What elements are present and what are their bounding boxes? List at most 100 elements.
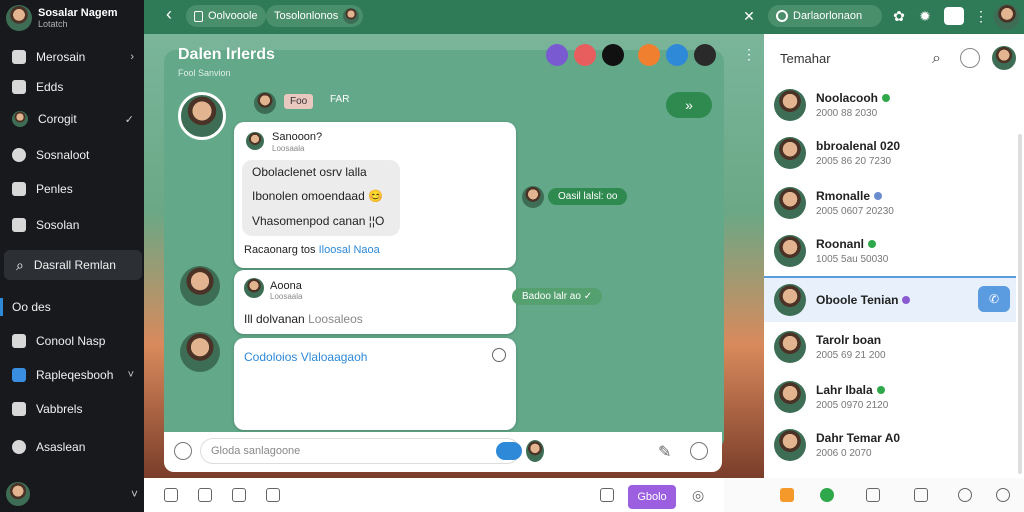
avatar[interactable] (994, 4, 1020, 30)
check-icon: ✓ (124, 113, 134, 126)
settings-icon[interactable]: ✿ (890, 8, 908, 25)
avatar[interactable] (694, 44, 716, 66)
avatar (774, 89, 806, 121)
tab-label: Tosolonlonos (274, 10, 339, 22)
flame-icon[interactable] (638, 44, 660, 66)
more-icon[interactable]: ⋮ (742, 46, 756, 63)
contact-item[interactable]: Dahr Temar A0 2006 0 2070 (764, 422, 1016, 468)
note-icon[interactable] (780, 488, 794, 502)
sidebar-item-control[interactable]: Conool Nasp (0, 326, 144, 356)
footer-link[interactable]: Iloosal Naoa (319, 244, 380, 256)
sidebar-item-vabbrels[interactable]: Vabbrels (0, 394, 144, 424)
check-circle-icon[interactable] (996, 488, 1010, 502)
sidebar-item-edits[interactable]: Edds (0, 72, 144, 102)
more-icon[interactable]: ⋮ (972, 8, 990, 25)
status-dot (882, 94, 890, 102)
profile-header[interactable]: Sosalar Nagem Lotatch (0, 0, 144, 36)
gallery-icon[interactable] (232, 488, 246, 502)
avatar[interactable] (992, 46, 1016, 70)
avatar[interactable] (178, 92, 226, 140)
sidebar-footer[interactable]: ˅ (6, 482, 138, 506)
contacts-title: Temahar (780, 50, 831, 66)
avatar[interactable] (180, 266, 220, 306)
chevron-down-icon[interactable]: ˅ (131, 487, 138, 501)
avatar[interactable] (6, 5, 32, 31)
contact-item-selected[interactable]: Oboole Tenian ✆ (764, 276, 1016, 322)
status-dot (868, 240, 876, 248)
sidebar-item-label: Rapleqesbooh (36, 368, 114, 382)
contact-sub: 2006 0 2070 (816, 448, 872, 459)
sidebar-item-label: Oo des (12, 300, 51, 314)
sidebar-item-settings[interactable]: Sosnaloot (0, 140, 144, 170)
forward-button[interactable]: » (666, 92, 712, 118)
scrollbar[interactable] (1018, 134, 1022, 474)
sidebar-item-social[interactable]: Sosolan (0, 210, 144, 240)
send-toggle[interactable] (496, 442, 522, 460)
contact-item[interactable]: Roonanl 1005 5au 50030 (764, 228, 1016, 274)
clock-icon[interactable] (492, 348, 506, 362)
attach-icon[interactable]: ✎ (658, 442, 671, 462)
globe-icon[interactable]: ◎ (692, 487, 704, 504)
history-icon[interactable] (690, 442, 708, 460)
back-icon[interactable]: ‹ (160, 4, 178, 25)
avatar[interactable] (180, 332, 220, 372)
avatar (774, 137, 806, 169)
sidebar: Sosalar Nagem Lotatch Merosain › Edds Co… (0, 0, 144, 512)
contact-sub: 1005 5au 50030 (816, 254, 889, 265)
contact-item[interactable]: Noolacooh 2000 88 2030 (764, 82, 1016, 128)
sidebar-item-assistant[interactable]: Asaslean (0, 432, 144, 462)
sidebar-item-messages[interactable]: Merosain › (0, 42, 144, 72)
home-icon[interactable] (820, 488, 834, 502)
sidebar-item-pens[interactable]: Penles (0, 174, 144, 204)
contact-name: Rmonalle (816, 189, 894, 203)
lock-icon[interactable] (198, 488, 212, 502)
reaction-icon[interactable] (546, 44, 568, 66)
help-icon (12, 440, 26, 454)
copy-icon[interactable] (600, 488, 614, 502)
contact-item[interactable]: Rmonalle 2005 0607 20230 (764, 180, 1016, 226)
message-card[interactable]: Sanooon? Loosaala Obolaclenet osrv lalla… (234, 122, 516, 268)
book-icon (12, 402, 26, 416)
reply-pill[interactable]: Oasil lalsl: oo (548, 188, 628, 205)
contact-item[interactable]: Tarolr boan 2005 69 21 200 (764, 324, 1016, 370)
avatar[interactable] (6, 482, 30, 506)
tab-2[interactable]: Tosolonlonos (266, 5, 364, 27)
contact-item[interactable]: bbroalenal 020 2005 86 20 7230 (764, 130, 1016, 176)
video-icon[interactable] (266, 488, 280, 502)
contact-name: bbroalenal 020 (816, 139, 901, 153)
send-icon[interactable] (960, 48, 980, 68)
reply-pill[interactable]: Badoo lalr ao ✓ (512, 288, 603, 305)
app-root: Sosalar Nagem Lotatch Merosain › Edds Co… (0, 0, 1024, 512)
share-icon[interactable] (914, 488, 928, 502)
gear-icon[interactable]: ✹ (916, 8, 934, 25)
contact-item[interactable]: Lahr Ibala 2005 0970 2120 (764, 374, 1016, 420)
call-button[interactable]: ✆ (978, 286, 1010, 312)
message-link[interactable]: Loosaleos (308, 312, 363, 326)
contact-sub: 2000 88 2030 (816, 108, 878, 119)
record-icon[interactable] (602, 44, 624, 66)
message-card[interactable]: Aoona Loosaala Ill dolvanan Loosaleos (234, 270, 516, 334)
send-button[interactable]: Gbolo (628, 485, 676, 509)
smile-icon[interactable] (958, 488, 972, 502)
chat-icon[interactable] (164, 488, 178, 502)
avatar (774, 187, 806, 219)
message-link[interactable]: Vlaloaagaoh (301, 350, 368, 364)
tab-1[interactable]: Oolvooole (186, 5, 266, 27)
contact-name: Lahr Ibala (816, 383, 888, 397)
shuffle-icon[interactable]: ✕ (740, 8, 758, 25)
app-icon[interactable] (944, 7, 964, 25)
message-input[interactable]: Gloda sanlagoone (200, 438, 520, 464)
sidebar-item-search[interactable]: ⌕ Dasrall Remlan (4, 250, 142, 280)
sidebar-item-odes[interactable]: Oo des (0, 292, 144, 322)
sidebar-item-contacts[interactable]: Corogit ✓ (0, 104, 144, 134)
search-icon[interactable]: ⌕ (932, 50, 941, 68)
sidebar-item-replacebook[interactable]: Rapleqesbooh ˅ (0, 360, 144, 390)
message-card[interactable]: Codoloios Vlaloaagaoh (234, 338, 516, 430)
share-icon[interactable] (666, 44, 688, 66)
sidebar-item-label: Vabbrels (36, 402, 83, 416)
emoji-icon[interactable] (174, 442, 192, 460)
avatar (774, 429, 806, 461)
heart-icon[interactable] (574, 44, 596, 66)
brush-icon[interactable] (866, 488, 880, 502)
status-pill[interactable]: Darlaorlonaon (768, 5, 882, 27)
